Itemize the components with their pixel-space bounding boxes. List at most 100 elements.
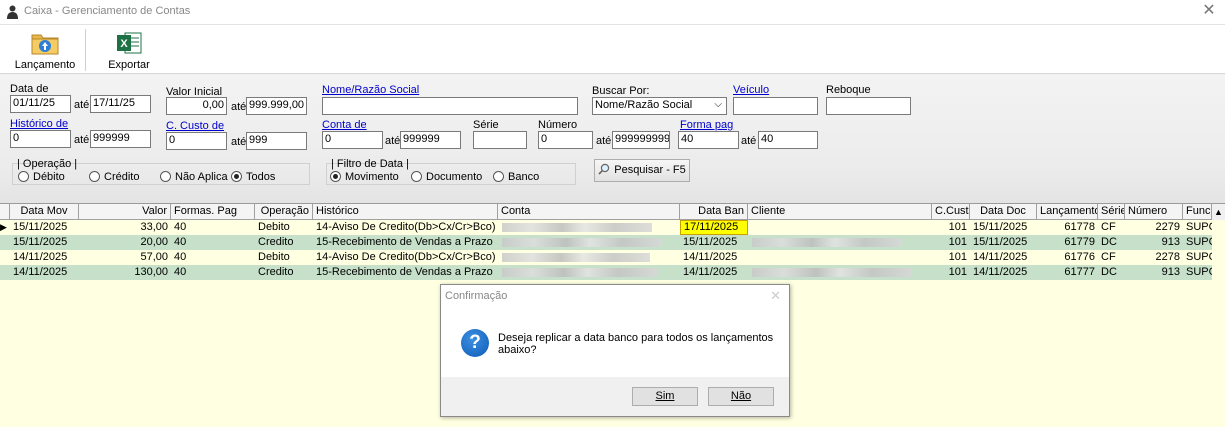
cell-formas[interactable]: 40 [171,250,255,265]
cell-lancamento[interactable]: 61778 [1037,220,1098,235]
cell-data-doc[interactable]: 15/11/2025 [970,220,1037,235]
exportar-button[interactable]: X Exportar [96,27,162,73]
cell-data-ban[interactable]: 17/11/2025 [680,220,748,235]
cell-ccusto[interactable]: 101 [932,250,970,265]
close-window-button[interactable]: ✕ [1199,1,1219,21]
cell-data-ban[interactable]: 14/11/2025 [680,250,748,265]
cell-data-mov[interactable]: 15/11/2025 [10,235,79,250]
radio-credito[interactable]: Crédito [89,171,139,183]
cell-numero[interactable]: 913 [1125,235,1183,250]
header-numero[interactable]: Número [1125,204,1183,219]
valor-inicial-input[interactable]: 0,00 [166,97,227,115]
cell-lancamento[interactable]: 61776 [1037,250,1098,265]
radio-todos[interactable]: Todos [231,171,275,183]
cell-serie[interactable]: CF [1098,220,1125,235]
table-row[interactable]: 15/11/2025 20,00 40 Credito 15-Recebimento d… [0,235,1212,250]
header-ccusto[interactable]: C.Custo [932,204,970,219]
header-cliente[interactable]: Cliente [748,204,932,219]
cell-data-ban[interactable]: 15/11/2025 [680,235,748,250]
centro-custo-link[interactable]: C. Custo de [166,120,224,132]
cell-ccusto[interactable]: 101 [932,220,970,235]
cell-valor[interactable]: 33,00 [79,220,171,235]
historico-de-link[interactable]: Histórico de [10,118,68,130]
header-serie[interactable]: Série [1098,204,1125,219]
table-row[interactable]: ▶ 15/11/2025 33,00 40 Debito 14-Aviso De Cred… [0,220,1212,235]
cell-operacao[interactable]: Credito [255,265,313,280]
conta-ate-input[interactable]: 999999 [400,131,461,149]
nao-button[interactable]: Não [708,387,774,406]
header-formas-pag[interactable]: Formas. Pag [171,204,255,219]
header-conta[interactable]: Conta [498,204,680,219]
cell-serie[interactable]: DC [1098,235,1125,250]
cell-historico[interactable]: 15-Recebimento de Vendas a Prazo [313,265,498,280]
cell-data-mov[interactable]: 15/11/2025 [10,220,79,235]
cell-funci[interactable]: SUPC [1183,220,1212,235]
data-ate-input[interactable]: 17/11/25 [90,95,151,113]
nome-razao-social-input[interactable] [322,97,578,115]
cell-data-mov[interactable]: 14/11/2025 [10,265,79,280]
cell-numero[interactable]: 2278 [1125,250,1183,265]
forma-pag-link[interactable]: Forma pag [680,119,733,131]
header-lancamento[interactable]: Lançamento [1037,204,1098,219]
radio-banco[interactable]: Banco [493,171,539,183]
cell-valor[interactable]: 130,00 [79,265,171,280]
radio-documento[interactable]: Documento [411,171,482,183]
serie-input[interactable] [473,131,527,149]
conta-de-link[interactable]: Conta de [322,119,367,131]
historico-ate-input[interactable]: 999999 [90,130,151,148]
lancamento-button[interactable]: Lançamento [10,27,80,73]
table-row[interactable]: 14/11/2025 130,00 40 Credito 15-Recebimento … [0,265,1212,280]
header-data-mov[interactable]: Data Mov [10,204,79,219]
sim-button[interactable]: Sim [632,387,698,406]
cell-historico[interactable]: 14-Aviso De Credito(Db>Cx/Cr>Bco) [313,250,498,265]
cell-data-mov[interactable]: 14/11/2025 [10,250,79,265]
conta-de-input[interactable]: 0 [322,131,383,149]
cell-formas[interactable]: 40 [171,265,255,280]
header-funci[interactable]: Funci [1183,204,1212,219]
cell-serie[interactable]: CF [1098,250,1125,265]
cell-operacao[interactable]: Debito [255,220,313,235]
forma-ate-input[interactable]: 40 [758,131,818,149]
cell-formas[interactable]: 40 [171,220,255,235]
cell-data-doc[interactable]: 15/11/2025 [970,235,1037,250]
radio-movimento[interactable]: Movimento [330,171,399,183]
cell-ccusto[interactable]: 101 [932,235,970,250]
cell-data-doc[interactable]: 14/11/2025 [970,265,1037,280]
cell-funci[interactable]: SUPC [1183,250,1212,265]
cell-data-doc[interactable]: 14/11/2025 [970,250,1037,265]
cell-lancamento[interactable]: 61777 [1037,265,1098,280]
reboque-input[interactable] [826,97,911,115]
numero-ate-input[interactable]: 999999999 [612,131,670,149]
radio-nao-aplica[interactable]: Não Aplica [160,171,228,183]
numero-de-input[interactable]: 0 [538,131,593,149]
veiculo-link[interactable]: Veículo [733,84,769,96]
cell-valor[interactable]: 20,00 [79,235,171,250]
cell-serie[interactable]: DC [1098,265,1125,280]
cell-numero[interactable]: 913 [1125,265,1183,280]
veiculo-input[interactable] [733,97,818,115]
cell-operacao[interactable]: Debito [255,250,313,265]
cell-funci[interactable]: SUPC [1183,235,1212,250]
cell-numero[interactable]: 2279 [1125,220,1183,235]
cell-ccusto[interactable]: 101 [932,265,970,280]
header-operacao[interactable]: Operação [255,204,313,219]
data-de-input[interactable]: 01/11/25 [10,95,71,113]
header-data-doc[interactable]: Data Doc [970,204,1037,219]
cell-lancamento[interactable]: 61779 [1037,235,1098,250]
cell-funci[interactable]: SUPC [1183,265,1212,280]
header-valor[interactable]: Valor [79,204,171,219]
cell-historico[interactable]: 15-Recebimento de Vendas a Prazo [313,235,498,250]
forma-de-input[interactable]: 40 [678,131,739,149]
cell-historico[interactable]: 14-Aviso De Credito(Db>Cx/Cr>Bco) [313,220,498,235]
valor-final-input[interactable]: 999.999,00 [246,97,307,115]
custo-ate-input[interactable]: 999 [246,132,307,150]
cell-data-ban[interactable]: 14/11/2025 [680,265,748,280]
pesquisar-button[interactable]: Pesquisar - F5 [594,159,690,182]
cell-valor[interactable]: 57,00 [79,250,171,265]
dialog-close-button[interactable]: ✕ [770,288,781,304]
radio-debito[interactable]: Débito [18,171,65,183]
header-data-ban[interactable]: Data Ban [680,204,748,219]
header-historico[interactable]: Histórico [313,204,498,219]
historico-de-input[interactable]: 0 [10,130,71,148]
nome-razao-social-link[interactable]: Nome/Razão Social [322,84,419,96]
